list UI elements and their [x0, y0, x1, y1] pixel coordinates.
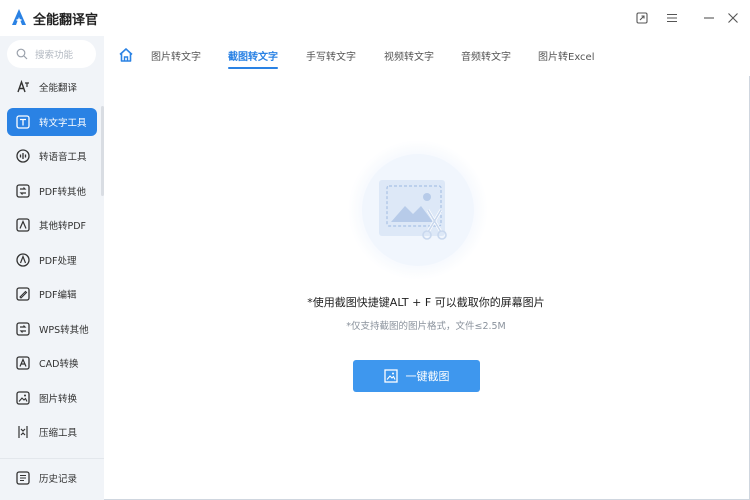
minimize-icon	[704, 17, 714, 19]
minimize-button[interactable]	[700, 9, 718, 27]
sidebar-item-label: 转文字工具	[39, 118, 87, 129]
sidebar-item-translate[interactable]: 全能翻译	[7, 73, 97, 101]
sidebar-divider	[0, 458, 104, 459]
sidebar-scrollbar[interactable]	[101, 106, 104, 196]
sidebar-item-cad[interactable]: CAD转换	[7, 349, 97, 377]
sidebar-item-label: CAD转换	[39, 359, 79, 370]
menu-button[interactable]	[663, 9, 681, 27]
compress-icon	[16, 425, 30, 439]
sidebar-item-label: 历史记录	[39, 474, 78, 485]
sidebar-item-label: PDF编辑	[39, 290, 77, 301]
cad-icon	[16, 356, 30, 370]
audio-wave-icon	[16, 149, 30, 163]
close-icon	[728, 13, 738, 23]
tab-audio-to-text[interactable]: 音频转文字	[461, 48, 511, 63]
restore-button[interactable]	[633, 9, 651, 27]
sidebar-item-audio[interactable]: 转语音工具	[7, 142, 97, 170]
to-pdf-icon	[16, 218, 30, 232]
tab-image-to-text[interactable]: 图片转文字	[151, 48, 201, 63]
tab-bar: 图片转文字 截图转文字 手写转文字 视频转文字 音频转文字 图片转Excel	[104, 36, 750, 76]
search-input[interactable]: 搜索功能	[35, 47, 73, 61]
menu-icon	[667, 13, 677, 23]
sidebar-item-image-convert[interactable]: 图片转换	[7, 384, 97, 412]
active-tab-indicator	[228, 67, 278, 69]
format-hint-text: *仅支持截图的图片格式，文件≤2.5M	[346, 321, 506, 332]
sidebar-item-label: 全能翻译	[39, 83, 78, 94]
sidebar-item-compress[interactable]: 压缩工具	[7, 418, 97, 446]
sidebar-item-label: 压缩工具	[39, 428, 78, 439]
sidebar-item-label: PDF处理	[39, 256, 77, 267]
sidebar-item-label: WPS转其他	[39, 325, 89, 336]
history-icon	[16, 471, 30, 485]
app-title: 全能翻译官	[33, 13, 99, 28]
tab-image-to-excel[interactable]: 图片转Excel	[538, 48, 595, 63]
sidebar-item-wps[interactable]: WPS转其他	[7, 315, 97, 343]
sidebar-item-text-tool[interactable]: 转文字工具	[7, 108, 97, 136]
title-bar: 全能翻译官	[0, 0, 750, 36]
sidebar-item-pdf-process[interactable]: PDF处理	[7, 246, 97, 274]
text-tool-icon	[16, 115, 30, 129]
close-button[interactable]	[724, 9, 742, 27]
pdf-edit-icon	[16, 287, 30, 301]
one-click-screenshot-button[interactable]: 一键截图	[353, 360, 480, 392]
translate-icon	[16, 80, 30, 94]
pdf-convert-icon	[16, 184, 30, 198]
sidebar-item-label: PDF转其他	[39, 187, 87, 198]
wps-icon	[16, 322, 30, 336]
sidebar-item-pdf-edit[interactable]: PDF编辑	[7, 280, 97, 308]
search-icon	[16, 48, 28, 60]
sidebar-item-label: 转语音工具	[39, 152, 87, 163]
button-label: 一键截图	[405, 370, 450, 383]
sidebar-item-pdf-to-other[interactable]: PDF转其他	[7, 177, 97, 205]
instruction-text: *使用截图快捷键ALT + F 可以截取你的屏幕图片	[307, 296, 545, 309]
home-icon[interactable]	[118, 47, 134, 63]
restore-icon	[636, 12, 648, 24]
sidebar-item-history[interactable]: 历史记录	[7, 464, 97, 492]
image-convert-icon	[16, 391, 30, 405]
tab-video-to-text[interactable]: 视频转文字	[384, 48, 434, 63]
tab-screenshot-to-text[interactable]: 截图转文字	[228, 48, 278, 63]
sidebar-item-other-to-pdf[interactable]: 其他转PDF	[7, 211, 97, 239]
sidebar-item-label: 其他转PDF	[39, 221, 87, 232]
screenshot-icon	[383, 369, 398, 383]
sidebar-item-label: 图片转换	[39, 394, 78, 405]
search-box[interactable]: 搜索功能	[7, 40, 96, 68]
app-logo-icon	[12, 9, 26, 25]
tab-handwriting-to-text[interactable]: 手写转文字	[306, 48, 356, 63]
screenshot-illustration-icon	[348, 140, 488, 280]
sidebar: 搜索功能 全能翻译 转文字工具 转语音工具 PDF转其他 其他转PDF PDF处…	[0, 36, 104, 500]
pdf-process-icon	[16, 253, 30, 267]
